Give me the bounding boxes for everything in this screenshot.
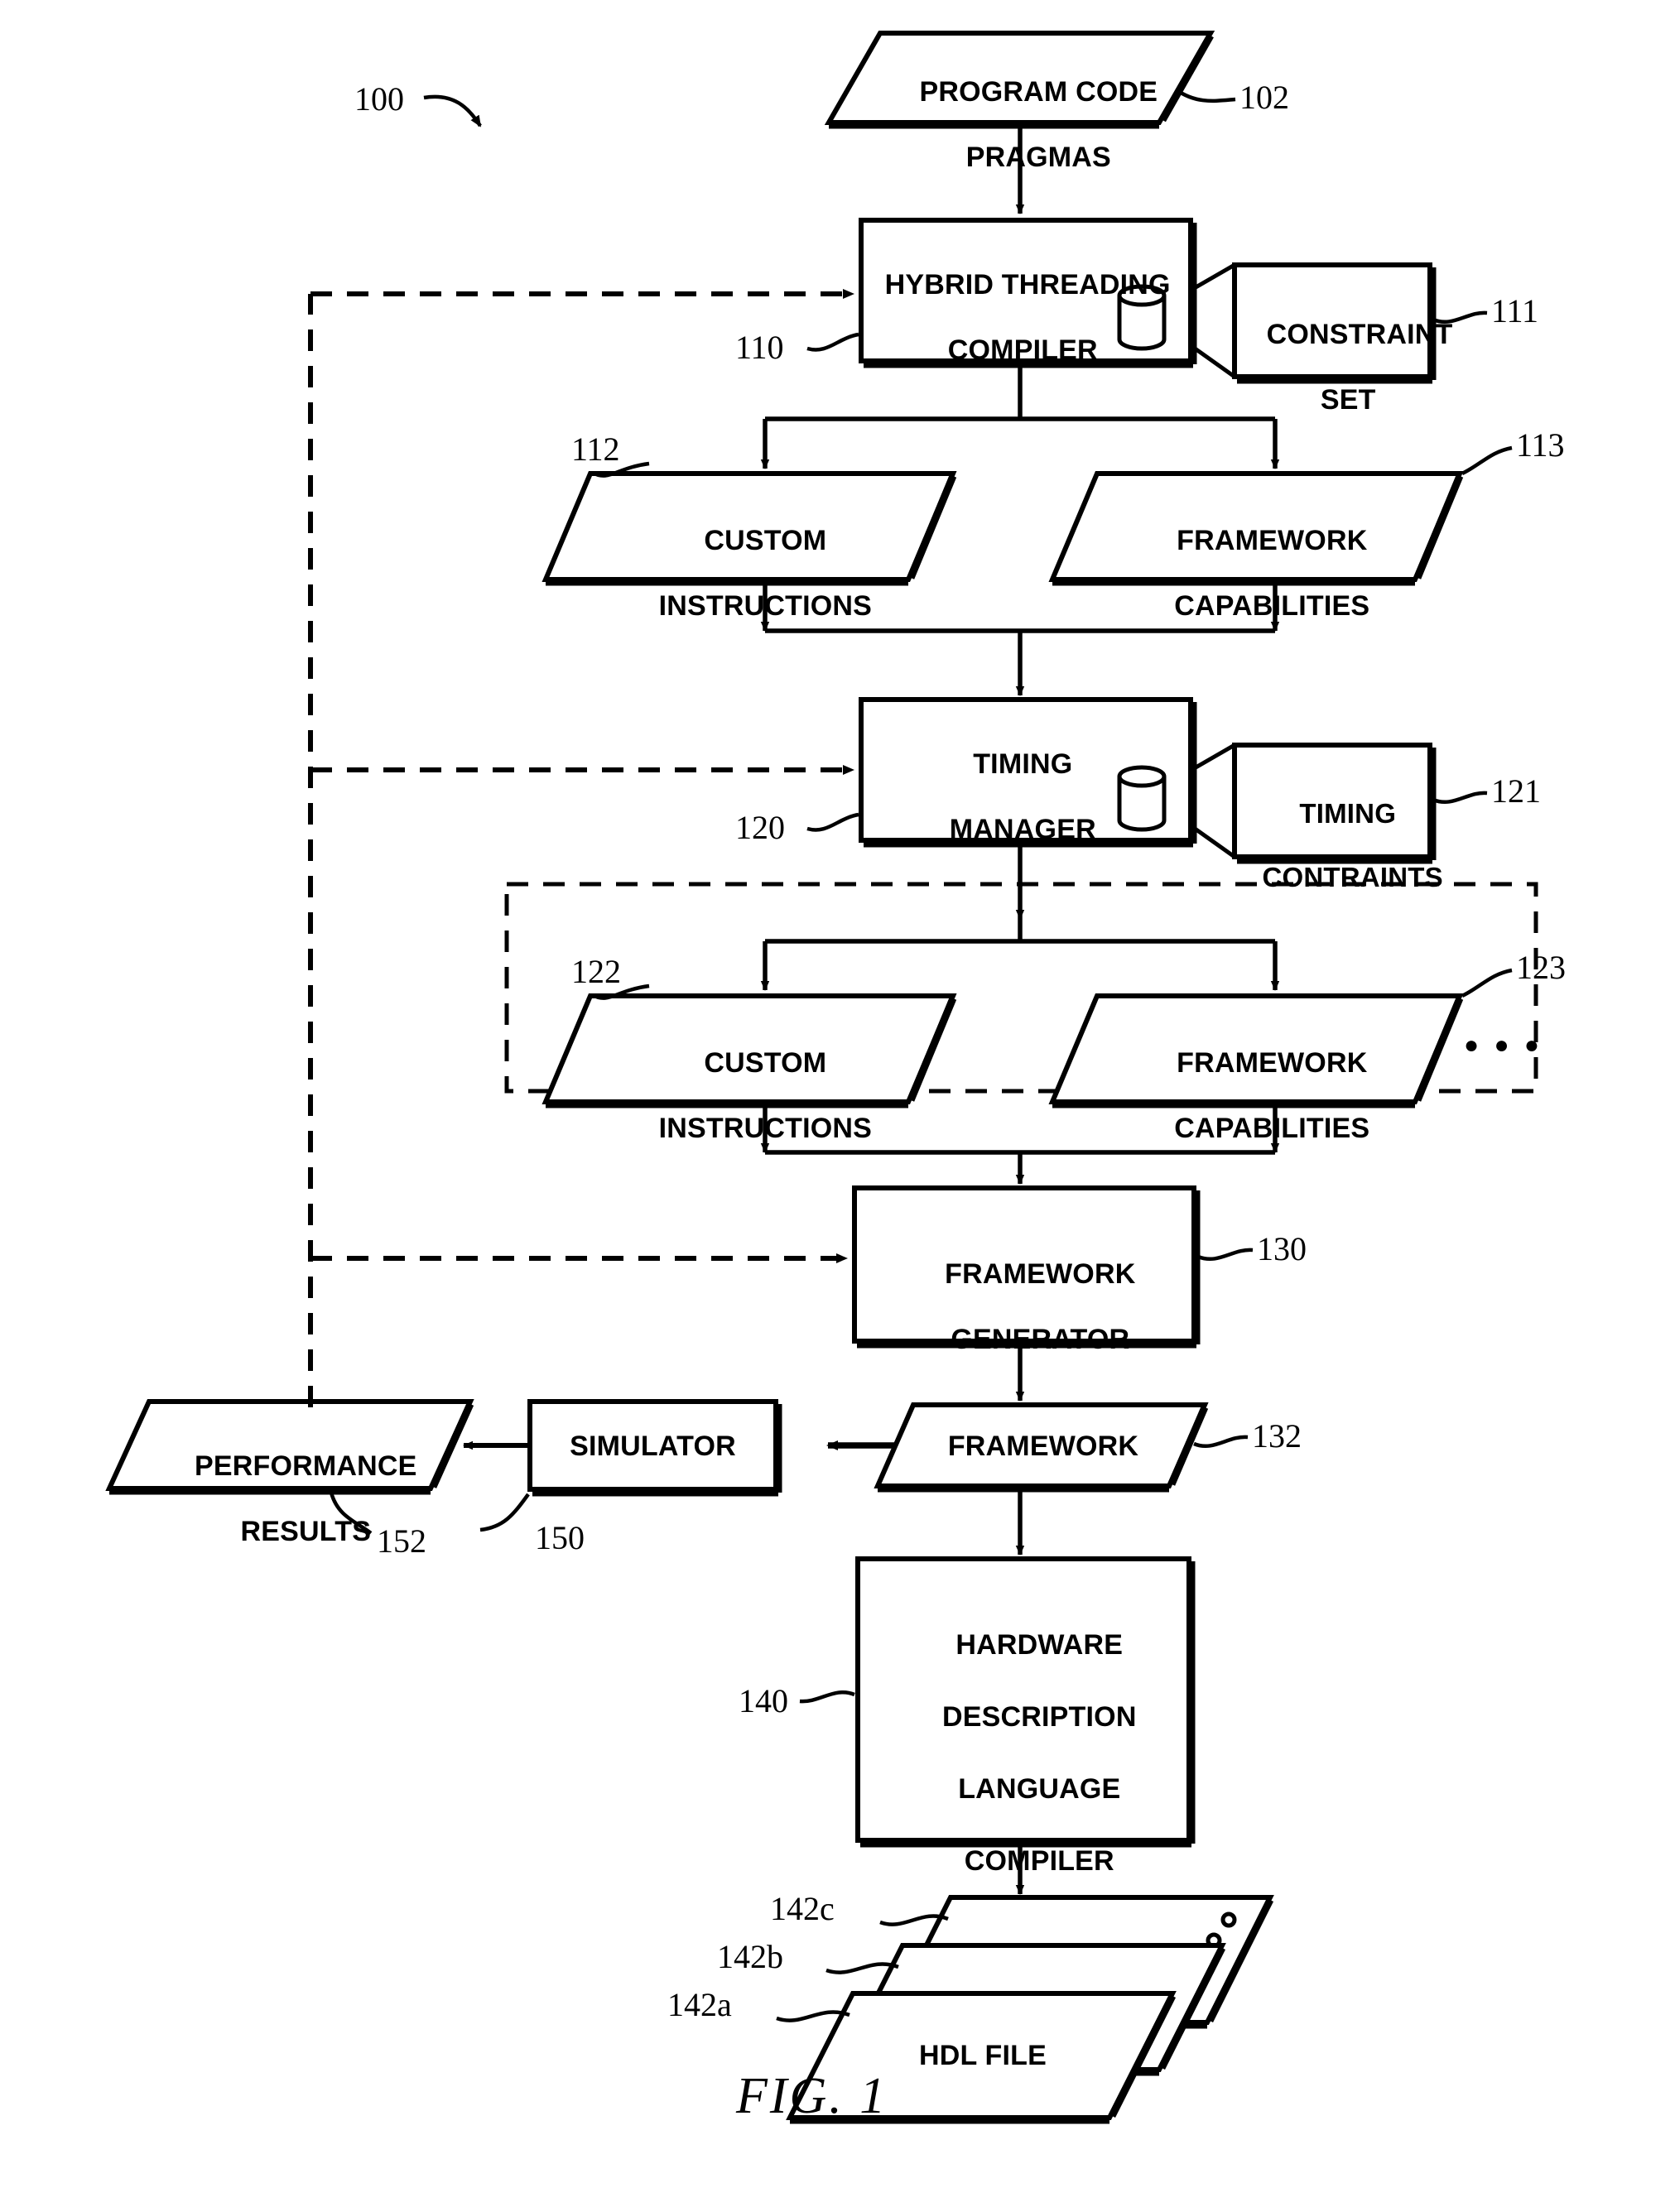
constraint-set-label: CONSTRAINT SET: [1235, 286, 1453, 450]
tm-line1: TIMING: [973, 748, 1073, 780]
ref-152: 152: [377, 1522, 426, 1560]
constraint-connector-lower: [1190, 344, 1236, 379]
ci1-line2: INSTRUCTIONS: [658, 590, 872, 623]
ref-132: 132: [1252, 1417, 1302, 1455]
ref-111: 111: [1491, 292, 1539, 329]
fc1-line1: FRAMEWORK: [1177, 524, 1368, 556]
constraint-connector-upper: [1190, 262, 1236, 292]
cs-line2: SET: [1320, 384, 1376, 416]
ref-120-leader: [806, 812, 859, 832]
htc-line1: HYBRID THREADING: [884, 268, 1171, 301]
figure-canvas: PROGRAM CODE PRAGMAS HYBRID THREADING CO…: [0, 0, 1675, 2212]
timing-constraints-label: TIMING CONTRAINTS: [1231, 766, 1442, 926]
ref-113: 113: [1516, 426, 1565, 464]
ref-113-leader: [1461, 445, 1513, 476]
pr-line1: PERFORMANCE: [195, 1450, 417, 1482]
fg-line1: FRAMEWORK: [945, 1257, 1136, 1290]
ci2-line1: CUSTOM: [704, 1046, 827, 1079]
ref-110-leader: [806, 332, 859, 352]
pcp-line2: PRAGMAS: [965, 142, 1111, 174]
framework-capabilities-2-label: FRAMEWORK CAPABILITIES: [1075, 1014, 1437, 1179]
simulator-label: SIMULATOR: [570, 1431, 736, 1462]
cs-line1: CONSTRAINT: [1266, 318, 1453, 350]
ref-150: 150: [535, 1519, 585, 1556]
fc2-line1: FRAMEWORK: [1177, 1046, 1368, 1079]
ref-102: 102: [1239, 79, 1289, 116]
ref-122: 122: [571, 953, 621, 990]
ci2-line2: INSTRUCTIONS: [658, 1113, 872, 1145]
ref-130-leader: [1197, 1248, 1254, 1262]
ref-123-leader: [1461, 968, 1513, 998]
hdl-line1: HARDWARE: [955, 1628, 1124, 1661]
fc1-line2: CAPABILITIES: [1174, 590, 1370, 623]
framework-label: FRAMEWORK: [947, 1431, 1139, 1462]
framework-capabilities-1-label: FRAMEWORK CAPABILITIES: [1075, 492, 1437, 656]
ref-150-leader: [479, 1493, 530, 1532]
timing-connector-lower: [1190, 824, 1236, 859]
custom-instructions-2-label: CUSTOM INSTRUCTIONS: [568, 1014, 931, 1179]
ref-100: 100: [354, 80, 404, 118]
hdl-line4: COMPILER: [964, 1844, 1114, 1877]
pcp-line1: PROGRAM CODE: [919, 75, 1158, 108]
hdl-line2: DESCRIPTION: [942, 1700, 1137, 1733]
figure-caption: FIG. 1: [736, 2068, 888, 2124]
htc-line2: COMPILER: [947, 334, 1098, 367]
ref-120: 120: [735, 809, 785, 846]
ref-142a: 142a: [667, 1986, 732, 2023]
timing-connector-upper: [1190, 743, 1236, 772]
ref-142b: 142b: [717, 1938, 783, 1975]
fg-line2: GENERATOR: [951, 1324, 1130, 1356]
tc-line1: TIMING: [1299, 797, 1397, 829]
repeat-ellipsis-icon: ● ● ●: [1464, 1031, 1544, 1059]
system-leader-arrow: [423, 94, 482, 127]
fc2-line2: CAPABILITIES: [1174, 1113, 1370, 1145]
ci1-line1: CUSTOM: [704, 524, 827, 556]
tc-line2: CONTRAINTS: [1262, 861, 1443, 892]
ref-112: 112: [571, 430, 620, 468]
ref-121-leader: [1432, 791, 1488, 805]
ref-110: 110: [735, 329, 784, 366]
custom-instructions-1-label: CUSTOM INSTRUCTIONS: [568, 492, 931, 656]
hdl-compiler-label: HARDWARE DESCRIPTION LANGUAGE COMPILER: [858, 1591, 1189, 1916]
program-code-pragmas-label: PROGRAM CODE PRAGMAS: [861, 43, 1184, 208]
framework-generator-label: FRAMEWORK GENERATOR: [854, 1225, 1194, 1390]
ref-123: 123: [1516, 949, 1566, 986]
hybrid-threading-compiler-label: HYBRID THREADING COMPILER: [853, 236, 1171, 401]
pr-line2: RESULTS: [240, 1516, 372, 1548]
timing-manager-label: TIMING MANAGER: [853, 715, 1161, 880]
ref-142c: 142c: [770, 1890, 835, 1927]
ref-121: 121: [1491, 772, 1541, 810]
hdl-line3: LANGUAGE: [958, 1772, 1121, 1805]
ref-140: 140: [739, 1682, 788, 1719]
tm-line2: MANAGER: [949, 814, 1096, 846]
ref-102-leader: [1174, 88, 1236, 103]
ref-130: 130: [1257, 1230, 1307, 1267]
ref-140-leader: [799, 1690, 855, 1704]
